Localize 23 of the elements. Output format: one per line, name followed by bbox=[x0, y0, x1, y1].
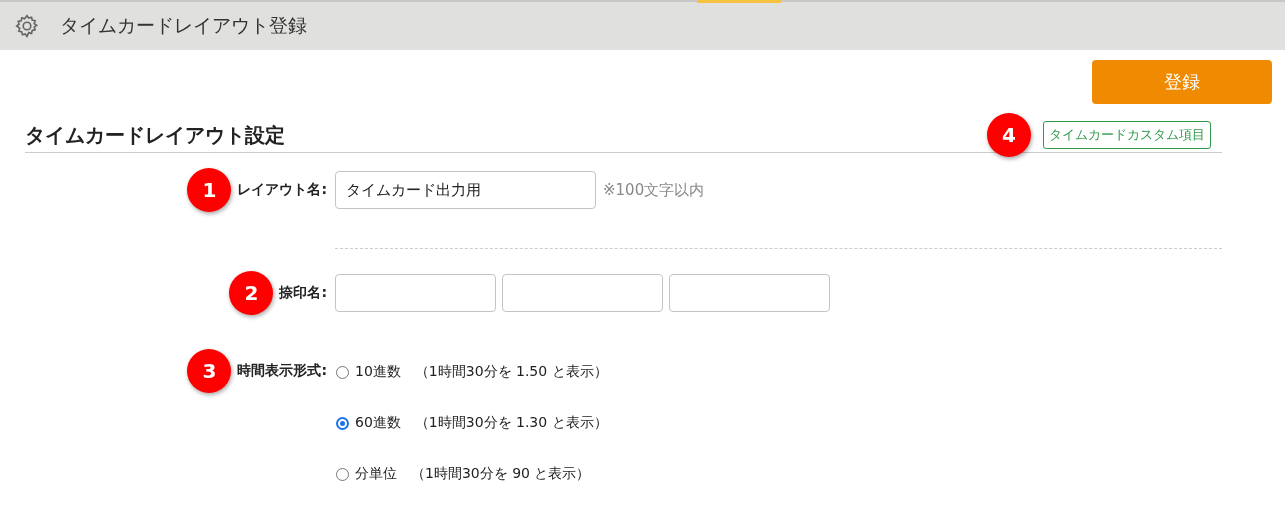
option-label[interactable]: 10進数 bbox=[355, 363, 401, 381]
custom-items-button[interactable]: タイムカードカスタム項目 bbox=[1043, 121, 1211, 149]
number-badge: 2 bbox=[229, 271, 274, 315]
option-label[interactable]: 分単位 bbox=[355, 465, 397, 483]
section-title: タイムカードレイアウト設定 bbox=[25, 121, 286, 149]
page-title: タイムカードレイアウト登録 bbox=[60, 13, 307, 38]
number-badge: 1 bbox=[187, 168, 232, 212]
option-description: （1時間30分を 90 と表示） bbox=[411, 465, 591, 483]
number-badge: 4 bbox=[987, 113, 1031, 157]
layout-name-field[interactable]: タイムカード出力用 bbox=[335, 171, 596, 209]
field-label: レイアウト名: bbox=[237, 181, 327, 199]
field-label: 時間表示形式: bbox=[237, 362, 327, 380]
number-badge: 3 bbox=[187, 349, 232, 393]
settings-icon[interactable] bbox=[14, 13, 40, 39]
radio-button[interactable] bbox=[336, 416, 349, 430]
seal-name-field[interactable] bbox=[502, 274, 663, 312]
option-label[interactable]: 60進数 bbox=[355, 414, 401, 432]
seal-name-field[interactable] bbox=[335, 274, 496, 312]
option-description: （1時間30分を 1.50 と表示） bbox=[414, 363, 608, 381]
field-label: 捺印名: bbox=[279, 284, 327, 302]
option-description: （1時間30分を 1.30 と表示） bbox=[414, 414, 608, 432]
hint-text: ※100文字以内 bbox=[603, 180, 705, 200]
seal-name-field[interactable] bbox=[669, 274, 830, 312]
